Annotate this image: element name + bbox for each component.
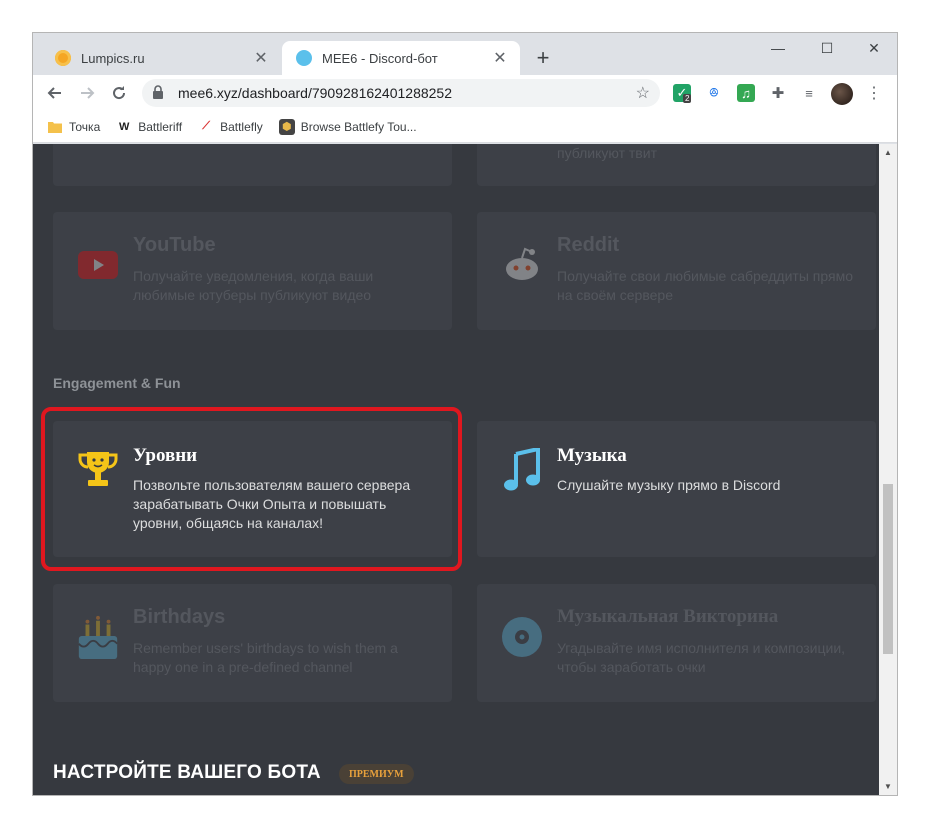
forward-button[interactable]: [75, 81, 99, 105]
plugin-card-music[interactable]: Музыка Слушайте музыку прямо в Discord: [477, 421, 876, 557]
minimize-button[interactable]: —: [755, 33, 801, 63]
tab-title: Lumpics.ru: [81, 50, 145, 66]
plugin-card-birthdays[interactable]: Birthdays Remember users' birthdays to w…: [53, 584, 452, 702]
plugin-card-partial-left[interactable]: [53, 144, 452, 186]
tab-mee6[interactable]: MEE6 - Discord-бот ✕: [282, 41, 520, 75]
vertical-scrollbar[interactable]: ▲ ▼: [879, 144, 897, 795]
lumpics-favicon-icon: [55, 50, 71, 66]
close-tab-icon[interactable]: ✕: [253, 48, 269, 68]
card-title: Музыкальная Викторина: [557, 606, 779, 627]
page-content: публикуют твит YouTube Получайте уведомл…: [33, 144, 897, 795]
card-description: Получайте уведомления, когда ваши любимы…: [133, 268, 374, 303]
bookmark-tochka[interactable]: Точка: [47, 119, 100, 135]
bookmark-battlefly[interactable]: ⟋ Battlefly: [198, 119, 263, 135]
battlefly-icon: ⟋: [202, 120, 210, 132]
browser-window: Lumpics.ru ✕ MEE6 - Discord-бот ✕ + — ☐ …: [33, 33, 897, 795]
plugin-card-reddit[interactable]: Reddit Получайте свои любимые сабреддиты…: [477, 212, 876, 330]
tab-strip: Lumpics.ru ✕ MEE6 - Discord-бот ✕ + — ☐ …: [33, 33, 897, 75]
card-description: Слушайте музыку прямо в Discord: [557, 477, 781, 493]
tab-title: MEE6 - Discord-бот: [322, 50, 438, 66]
puzzle-extensions-icon[interactable]: ✚: [769, 84, 787, 102]
card-title: Reddit: [557, 234, 620, 256]
vinyl-disc-icon: [499, 614, 545, 660]
card-description: Получайте свои любимые сабреддиты прямо …: [557, 268, 853, 303]
plugin-card-youtube[interactable]: YouTube Получайте уведомления, когда ваш…: [53, 212, 452, 330]
back-arrow-icon: [47, 87, 61, 99]
media-control-icon[interactable]: ≡: [800, 84, 818, 102]
music-extension-icon[interactable]: ♫: [737, 84, 755, 102]
new-tab-button[interactable]: +: [533, 47, 553, 69]
highlight-outline: [41, 407, 462, 571]
scrollbar-thumb[interactable]: [883, 484, 893, 654]
bookmark-label: Browse Battlefy Tou...: [300, 119, 417, 134]
battlefy-icon: ⬢: [278, 118, 295, 135]
close-window-button[interactable]: ✕: [851, 33, 897, 63]
scroll-down-arrow-icon[interactable]: ▼: [879, 778, 897, 795]
card-description: Remember users' birthdays to wish them a…: [133, 640, 398, 675]
music-note-icon: [499, 447, 545, 493]
card-description: Угадывайте имя исполнителя и композиции,…: [557, 640, 846, 675]
close-tab-icon[interactable]: ✕: [492, 48, 508, 68]
plugin-card-music-quiz[interactable]: Музыкальная Викторина Угадывайте имя исп…: [477, 584, 876, 702]
card-title: YouTube: [133, 234, 216, 256]
card-title: Музыка: [557, 445, 627, 466]
scroll-up-arrow-icon[interactable]: ▲: [879, 144, 897, 161]
bookmarks-bar: Точка W Battleriff ⟋ Battlefly ⬢ Browse …: [33, 111, 897, 143]
card-title: Birthdays: [133, 606, 226, 628]
reload-icon: [113, 86, 126, 100]
mee6-favicon-icon: [296, 50, 312, 66]
menu-kebab-icon[interactable]: ⋮: [865, 84, 883, 102]
bookmark-star-icon[interactable]: ☆: [636, 83, 650, 103]
bookmark-battlefy[interactable]: ⬢ Browse Battlefy Tou...: [278, 118, 417, 135]
forward-arrow-icon: [81, 87, 95, 99]
setup-bot-heading: НАСТРОЙТЕ ВАШЕГО БОТА: [53, 762, 321, 783]
folder-icon: [47, 119, 63, 135]
toolbar: mee6.xyz/dashboard/790928162401288252 ☆ …: [33, 75, 897, 111]
reddit-icon: [499, 242, 545, 288]
birthday-cake-icon: [75, 614, 121, 660]
card-description: публикуют твит: [557, 145, 657, 161]
extension-badge: 2: [683, 94, 692, 103]
back-button[interactable]: [43, 81, 67, 105]
bookmark-label: Точка: [69, 119, 101, 134]
plugin-card-partial-right[interactable]: публикуют твит: [477, 144, 876, 186]
tab-lumpics[interactable]: Lumpics.ru ✕: [41, 41, 281, 75]
maximize-button[interactable]: ☐: [804, 33, 850, 63]
profile-avatar[interactable]: [831, 83, 853, 105]
premium-badge: ПРЕМИУМ: [339, 764, 414, 784]
bookmark-label: Battlefly: [220, 119, 263, 134]
youtube-icon: [75, 242, 121, 288]
address-bar[interactable]: mee6.xyz/dashboard/790928162401288252 ☆: [142, 79, 660, 107]
bookmark-label: Battleriff: [138, 119, 183, 134]
battleriff-icon: W: [119, 120, 130, 133]
url-text: mee6.xyz/dashboard/790928162401288252: [178, 85, 453, 101]
bookmark-battleriff[interactable]: W Battleriff: [116, 119, 182, 135]
translate-extension-icon[interactable]: ꔮ: [705, 84, 723, 102]
section-label: Engagement & Fun: [53, 375, 181, 391]
reload-button[interactable]: [107, 81, 131, 105]
lock-icon: [152, 84, 168, 102]
